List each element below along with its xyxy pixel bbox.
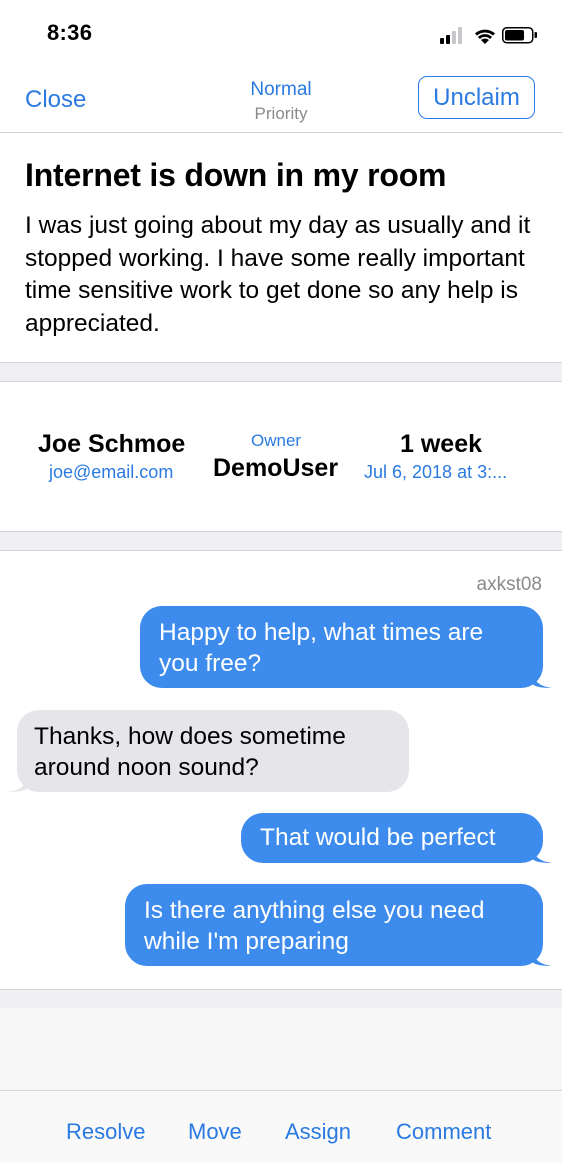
message-bubble-incoming: Thanks, how does sometime around noon so…: [8, 710, 409, 792]
unclaim-button[interactable]: Unclaim: [418, 76, 535, 119]
bottom-toolbar: Resolve Move Assign Comment: [0, 1090, 562, 1163]
section-divider: [0, 362, 562, 382]
signal-icon: [440, 27, 462, 44]
resolve-button[interactable]: Resolve: [66, 1119, 145, 1145]
message-bubble-outgoing: That would be perfect: [241, 813, 552, 863]
ticket-title: Internet is down in my room: [25, 157, 447, 193]
section-divider: [0, 531, 562, 551]
bubble-tail: [532, 668, 552, 688]
status-icons: [438, 24, 542, 46]
status-time: 8:36: [47, 20, 93, 45]
requester-email-link[interactable]: joe@email.com: [49, 462, 173, 483]
move-button[interactable]: Move: [188, 1119, 242, 1145]
ticket-age: 1 week: [400, 430, 483, 458]
bubble-tail: [8, 772, 28, 792]
assign-button[interactable]: Assign: [285, 1119, 351, 1145]
owner-label: Owner: [251, 431, 302, 450]
nav-bar: Close Normal Priority Unclaim: [0, 60, 562, 133]
empty-area: [0, 1008, 562, 1090]
bubble-tail: [532, 843, 552, 863]
bubble-tail: [532, 946, 552, 966]
message-text: Is there anything else you need while I'…: [144, 897, 485, 955]
message-sender-label: axkst08: [476, 574, 542, 595]
message-text: Thanks, how does sometime around noon so…: [34, 723, 346, 781]
message-bubble-outgoing: Happy to help, what times are you free?: [140, 606, 552, 688]
message-text: That would be perfect: [260, 824, 496, 851]
ticket-description: I was just going about my day as usually…: [25, 212, 531, 337]
battery-icon: [502, 27, 537, 44]
owner-name: DemoUser: [213, 454, 339, 482]
message-bubble-outgoing: Is there anything else you need while I'…: [125, 884, 552, 966]
ticket-date: Jul 6, 2018 at 3:...: [364, 462, 508, 482]
section-divider: [0, 989, 562, 1009]
requester-name: Joe Schmoe: [38, 430, 186, 458]
message-text: Happy to help, what times are you free?: [159, 619, 484, 677]
comment-button[interactable]: Comment: [396, 1119, 491, 1145]
wifi-icon: [475, 29, 495, 44]
